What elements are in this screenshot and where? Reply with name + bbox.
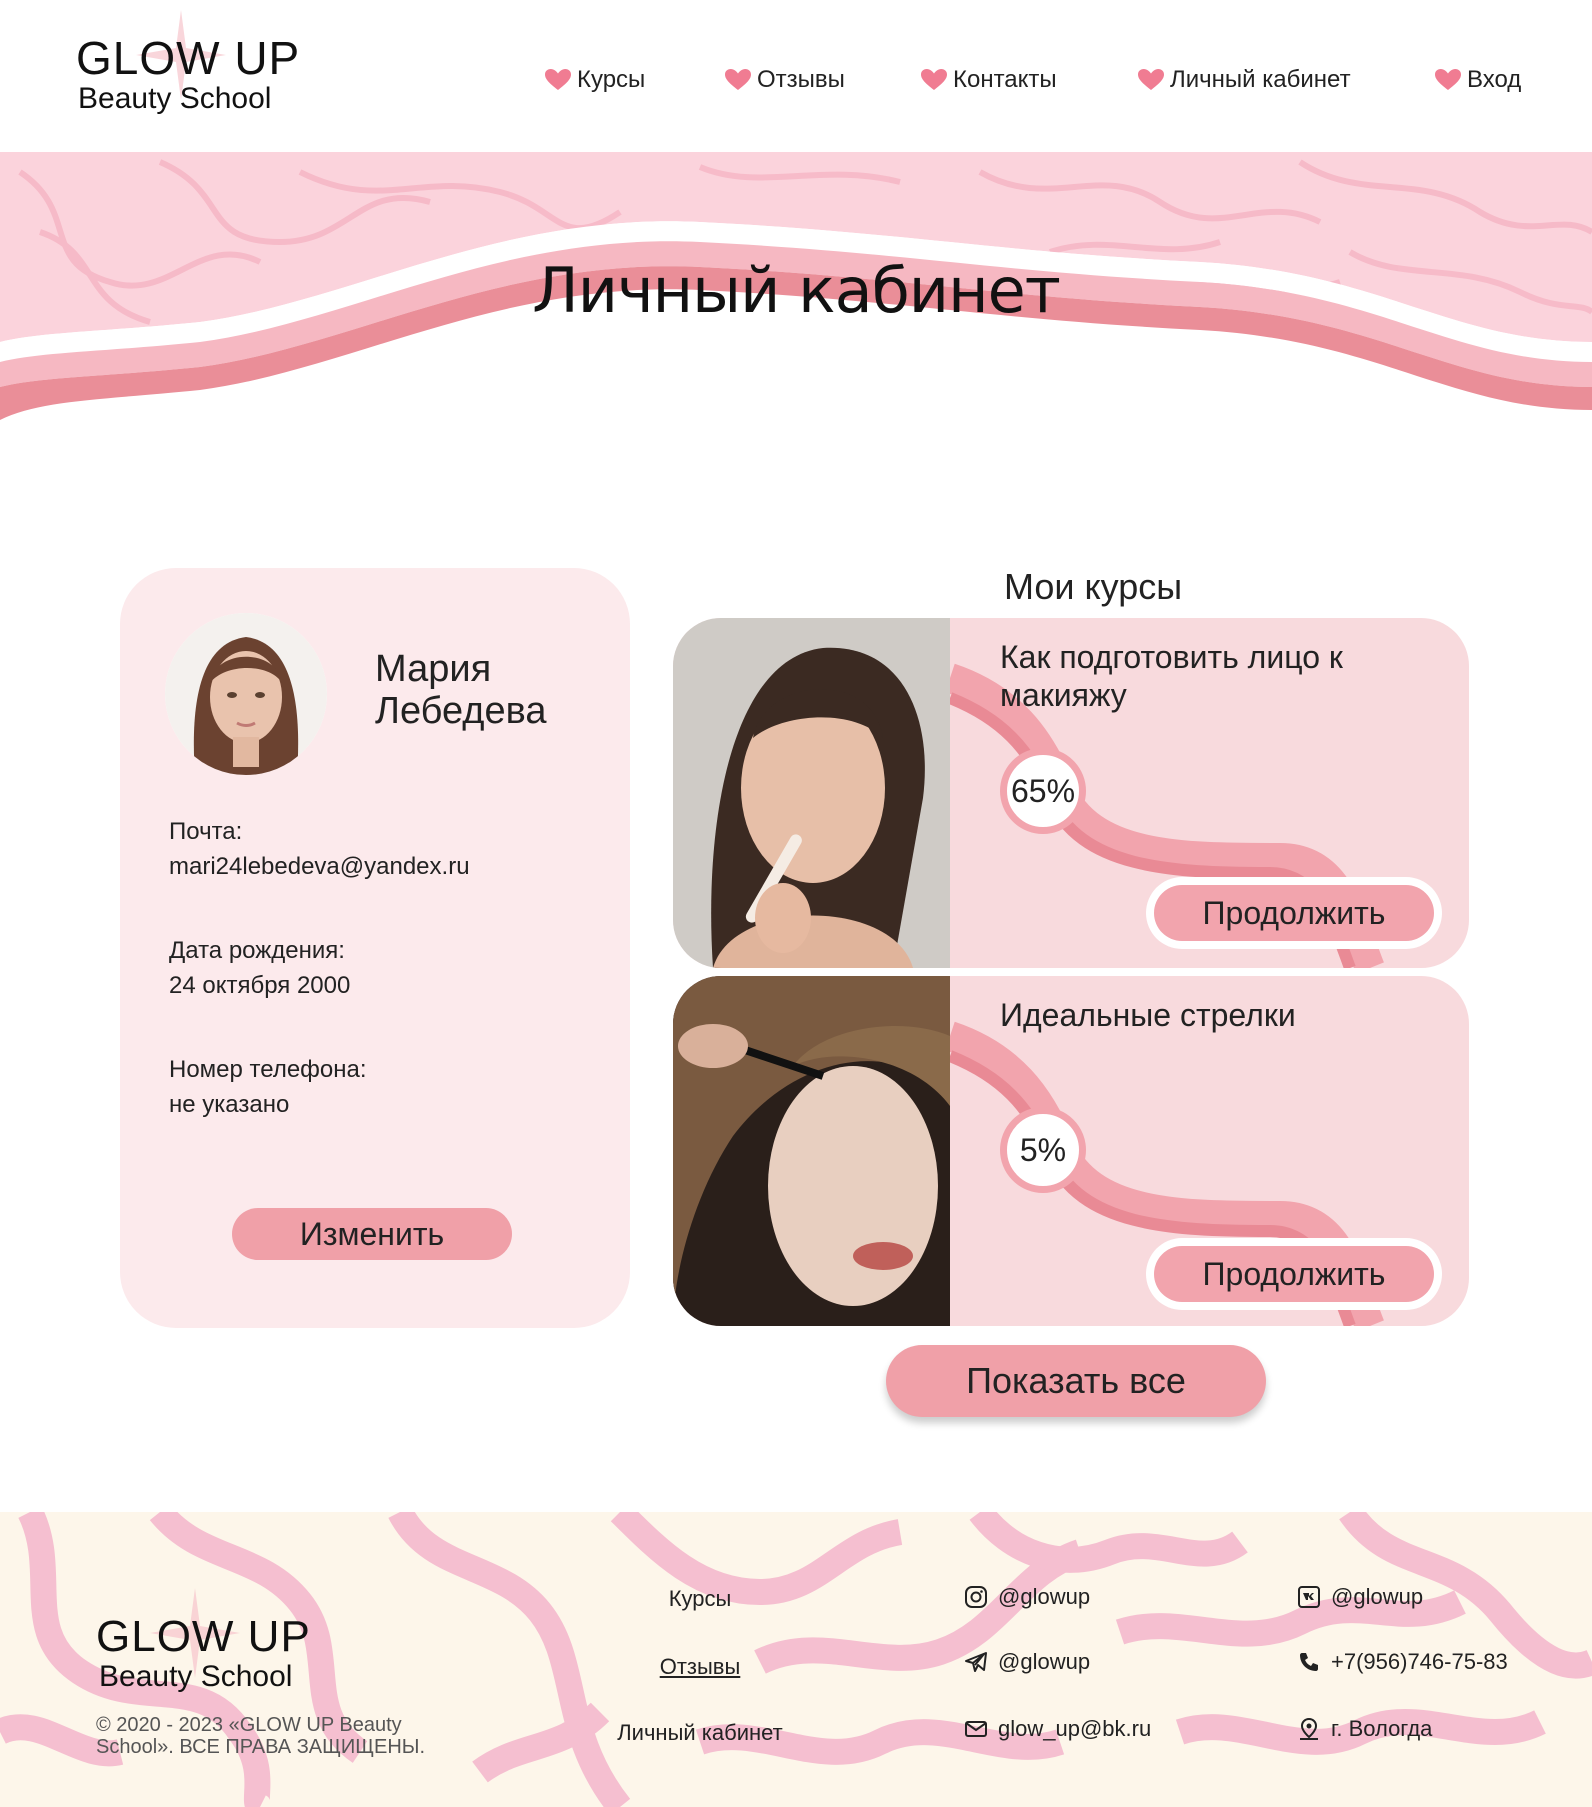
contact-email[interactable]: glow_up@bk.ru	[964, 1716, 1151, 1742]
logo-subtitle: Beauty School	[78, 82, 272, 115]
contact-telegram[interactable]: @glowup	[964, 1649, 1090, 1675]
logo[interactable]: GLOW UP Beauty School	[76, 10, 301, 116]
profile-card: Мария Лебедева Почта: mari24lebedeva@yan…	[120, 568, 630, 1328]
contact-vk-label: @glowup	[1331, 1584, 1424, 1609]
logo-title: GLOW UP	[76, 32, 301, 84]
show-all-button[interactable]: Показать все	[886, 1345, 1266, 1417]
contact-location-label: г. Вологда	[1331, 1716, 1433, 1741]
contact-instagram[interactable]: @glowup	[964, 1584, 1090, 1610]
contact-location[interactable]: г. Вологда	[1297, 1716, 1432, 1742]
telegram-icon	[965, 1652, 987, 1672]
email-label: Почта:	[169, 818, 243, 845]
footer-logo[interactable]: GLOW UP Beauty School	[96, 1588, 311, 1694]
nav-reviews[interactable]: Отзывы	[725, 62, 845, 98]
vk-icon	[1298, 1586, 1320, 1608]
footer-logo-subtitle: Beauty School	[99, 1660, 293, 1693]
continue-button-1-label: Продолжить	[1154, 885, 1434, 941]
continue-button-2[interactable]: Продолжить	[1146, 1238, 1442, 1310]
page-title: Личный кабинет	[532, 253, 1061, 327]
header: GLOW UP Beauty School Курсы Отзывы Конта…	[0, 0, 1592, 152]
nav-courses-label: Курсы	[577, 66, 646, 93]
course-card-2[interactable]: Идеальные стрелки 5% Продолжить	[673, 976, 1469, 1326]
footer-link-account[interactable]: Личный кабинет	[570, 1720, 830, 1746]
my-courses-title: Мои курсы	[1004, 566, 1183, 607]
nav-account-label: Личный кабинет	[1170, 66, 1351, 93]
course-image-1	[673, 618, 950, 968]
contact-telegram-label: @glowup	[998, 1649, 1091, 1674]
birth-label: Дата рождения:	[169, 937, 345, 964]
contact-phone-label: +7(956)746-75-83	[1331, 1649, 1508, 1674]
heart-icon	[725, 69, 751, 90]
course-progress-2: 5%	[1000, 1107, 1086, 1193]
course-card-1[interactable]: Как подготовить лицо к макияжу 65% Продо…	[673, 618, 1469, 968]
nav-account[interactable]: Личный кабинет	[1138, 62, 1351, 98]
nav-login-label: Вход	[1467, 66, 1522, 93]
continue-button-1[interactable]: Продолжить	[1146, 877, 1442, 949]
footer-logo-title: GLOW UP	[96, 1612, 311, 1661]
continue-button-2-label: Продолжить	[1154, 1246, 1434, 1302]
contact-phone[interactable]: +7(956)746-75-83	[1297, 1649, 1508, 1675]
email-value: mari24lebedeva@yandex.ru	[169, 853, 470, 880]
nav-login[interactable]: Вход	[1435, 62, 1521, 98]
footer-link-courses[interactable]: Курсы	[570, 1586, 830, 1612]
phone-value: не указано	[169, 1091, 290, 1118]
heart-icon	[545, 69, 571, 90]
nav-contacts-label: Контакты	[953, 66, 1057, 93]
heart-icon	[921, 69, 947, 90]
contact-email-label: glow_up@bk.ru	[998, 1716, 1152, 1741]
course-title-1: Как подготовить лицо к макияжу	[1000, 639, 1343, 713]
edit-profile-button[interactable]: Изменить	[232, 1208, 512, 1260]
birth-value: 24 октября 2000	[169, 972, 351, 999]
phone-icon	[1300, 1653, 1318, 1671]
nav-reviews-label: Отзывы	[757, 66, 845, 93]
course-image-2	[673, 976, 950, 1326]
footer-link-reviews[interactable]: Отзывы	[570, 1654, 830, 1680]
instagram-icon	[965, 1586, 987, 1608]
contact-instagram-label: @glowup	[998, 1584, 1091, 1609]
heart-icon	[1138, 69, 1164, 90]
profile-first-name: Мария	[375, 648, 492, 690]
course-progress-1: 65%	[1000, 748, 1086, 834]
location-icon	[1300, 1717, 1318, 1740]
footer: GLOW UP Beauty School © 2020 - 2023 «GLO…	[0, 1512, 1592, 1807]
phone-label: Номер телефона:	[169, 1056, 367, 1083]
mail-icon	[965, 1721, 987, 1737]
nav-contacts[interactable]: Контакты	[921, 62, 1057, 98]
profile-last-name: Лебедева	[375, 690, 547, 732]
avatar	[165, 613, 327, 775]
contact-vk[interactable]: @glowup	[1297, 1584, 1423, 1610]
nav-courses[interactable]: Курсы	[545, 62, 645, 98]
heart-icon	[1435, 69, 1461, 90]
copyright: © 2020 - 2023 «GLOW UP Beauty School». В…	[96, 1714, 426, 1758]
course-title-2: Идеальные стрелки	[1000, 997, 1296, 1033]
profile-name: Мария Лебедева	[375, 648, 546, 732]
